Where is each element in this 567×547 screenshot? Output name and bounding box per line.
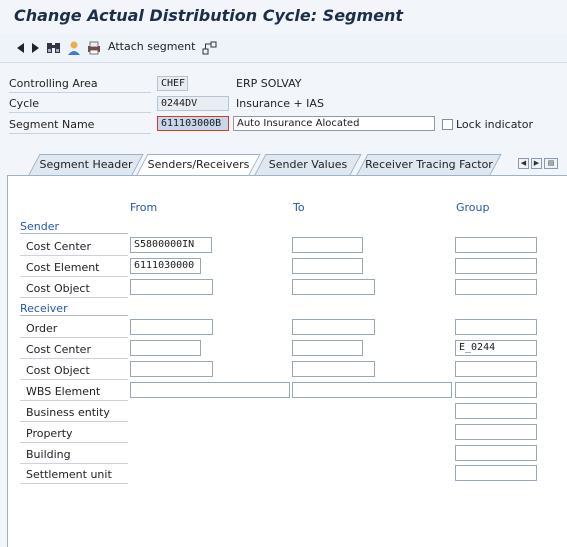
- receiver-order-label: Order: [26, 322, 58, 335]
- tab-senders-receivers[interactable]: Senders/Receivers: [136, 154, 261, 175]
- controlling-area-desc: ERP SOLVAY: [236, 77, 302, 90]
- sender-cost-element-from[interactable]: 6111030000: [130, 258, 201, 274]
- divider: [20, 276, 128, 277]
- divider: [20, 400, 128, 401]
- tab-sender-values[interactable]: Sender Values: [254, 154, 362, 175]
- receiver-building-label: Building: [26, 448, 71, 461]
- divider: [20, 442, 128, 443]
- divider: [20, 463, 128, 464]
- receiver-wbs-element-from[interactable]: [130, 382, 290, 398]
- sender-cost-element-label: Cost Element: [26, 261, 100, 274]
- divider: [20, 421, 128, 422]
- receiver-settlement-unit-group[interactable]: [455, 465, 537, 481]
- column-from: From: [130, 201, 158, 214]
- cycle-label: Cycle: [9, 97, 40, 110]
- sender-cost-center-from[interactable]: S5800000IN: [130, 237, 212, 253]
- divider: [9, 133, 151, 134]
- receiver-cost-center-label: Cost Center: [26, 343, 91, 356]
- sender-section-title: Sender: [20, 220, 59, 233]
- divider: [9, 92, 151, 93]
- tab-list-icon[interactable]: ▤: [544, 158, 558, 169]
- sender-cost-center-group[interactable]: [455, 237, 537, 253]
- tab-scroll-left-icon[interactable]: ◀: [518, 158, 529, 169]
- binoculars-icon[interactable]: [46, 41, 62, 55]
- sender-cost-element-group[interactable]: [455, 258, 537, 274]
- receiver-property-group[interactable]: [455, 424, 537, 440]
- user-icon[interactable]: [66, 40, 82, 56]
- divider: [9, 112, 151, 113]
- divider: [20, 233, 128, 234]
- sender-cost-center-label: Cost Center: [26, 240, 91, 253]
- sender-cost-object-group[interactable]: [455, 279, 537, 295]
- receiver-cost-center-from[interactable]: [130, 340, 201, 356]
- sender-cost-object-from[interactable]: [130, 279, 213, 295]
- triangle-right-icon[interactable]: [31, 43, 39, 53]
- cycle-desc: Insurance + IAS: [236, 97, 324, 110]
- segment-description-field[interactable]: Auto Insurance Alocated: [233, 116, 435, 131]
- triangle-left-icon[interactable]: [17, 43, 25, 53]
- receiver-business-entity-label: Business entity: [26, 406, 110, 419]
- sender-cost-element-to[interactable]: [292, 258, 363, 274]
- receiver-property-label: Property: [26, 427, 73, 440]
- receiver-cost-object-to[interactable]: [292, 361, 375, 377]
- receiver-wbs-element-label: WBS Element: [26, 385, 101, 398]
- lock-indicator-label: Lock indicator: [456, 118, 533, 131]
- hierarchy-icon[interactable]: [202, 40, 218, 56]
- segment-name-field[interactable]: 611103000B: [157, 116, 229, 131]
- tab-segment-header[interactable]: Segment Header: [28, 154, 144, 175]
- sender-cost-object-to[interactable]: [292, 279, 375, 295]
- divider: [20, 483, 128, 484]
- receiver-cost-center-to[interactable]: [292, 340, 363, 356]
- page-title: Change Actual Distribution Cycle: Segmen…: [14, 6, 404, 25]
- divider: [20, 379, 128, 380]
- controlling-area-label: Controlling Area: [9, 77, 98, 90]
- receiver-cost-object-label: Cost Object: [26, 364, 90, 377]
- receiver-settlement-unit-label: Settlement unit: [26, 468, 112, 481]
- receiver-section-title: Receiver: [20, 302, 68, 315]
- print-icon[interactable]: [86, 40, 102, 56]
- receiver-business-entity-group[interactable]: [455, 403, 537, 419]
- column-to: To: [293, 201, 305, 214]
- column-group: Group: [456, 201, 490, 214]
- receiver-wbs-element-group[interactable]: [455, 382, 537, 398]
- divider: [20, 337, 128, 338]
- receiver-order-group[interactable]: [455, 319, 537, 335]
- controlling-area-field[interactable]: CHEF: [157, 76, 188, 91]
- receiver-wbs-element-to[interactable]: [292, 382, 452, 398]
- lock-indicator-checkbox[interactable]: [442, 119, 453, 130]
- receiver-cost-object-group[interactable]: [455, 361, 537, 377]
- receiver-cost-center-group[interactable]: E_0244: [455, 340, 537, 356]
- divider: [20, 297, 128, 298]
- attach-segment-button[interactable]: Attach segment: [108, 40, 195, 53]
- receiver-order-to[interactable]: [292, 319, 375, 335]
- receiver-order-from[interactable]: [130, 319, 213, 335]
- cycle-field[interactable]: 0244DV: [157, 96, 229, 111]
- application-toolbar: Attach segment: [0, 34, 567, 63]
- divider: [20, 358, 128, 359]
- divider: [20, 255, 128, 256]
- tab-scroll-right-icon[interactable]: ▶: [531, 158, 542, 169]
- divider: [20, 315, 128, 316]
- sender-cost-center-to[interactable]: [292, 237, 363, 253]
- sender-cost-object-label: Cost Object: [26, 282, 90, 295]
- tab-receiver-tracing-factor[interactable]: Receiver Tracing Factor: [356, 154, 502, 175]
- segment-name-label: Segment Name: [9, 118, 95, 131]
- receiver-cost-object-from[interactable]: [130, 361, 213, 377]
- receiver-building-group[interactable]: [455, 445, 537, 461]
